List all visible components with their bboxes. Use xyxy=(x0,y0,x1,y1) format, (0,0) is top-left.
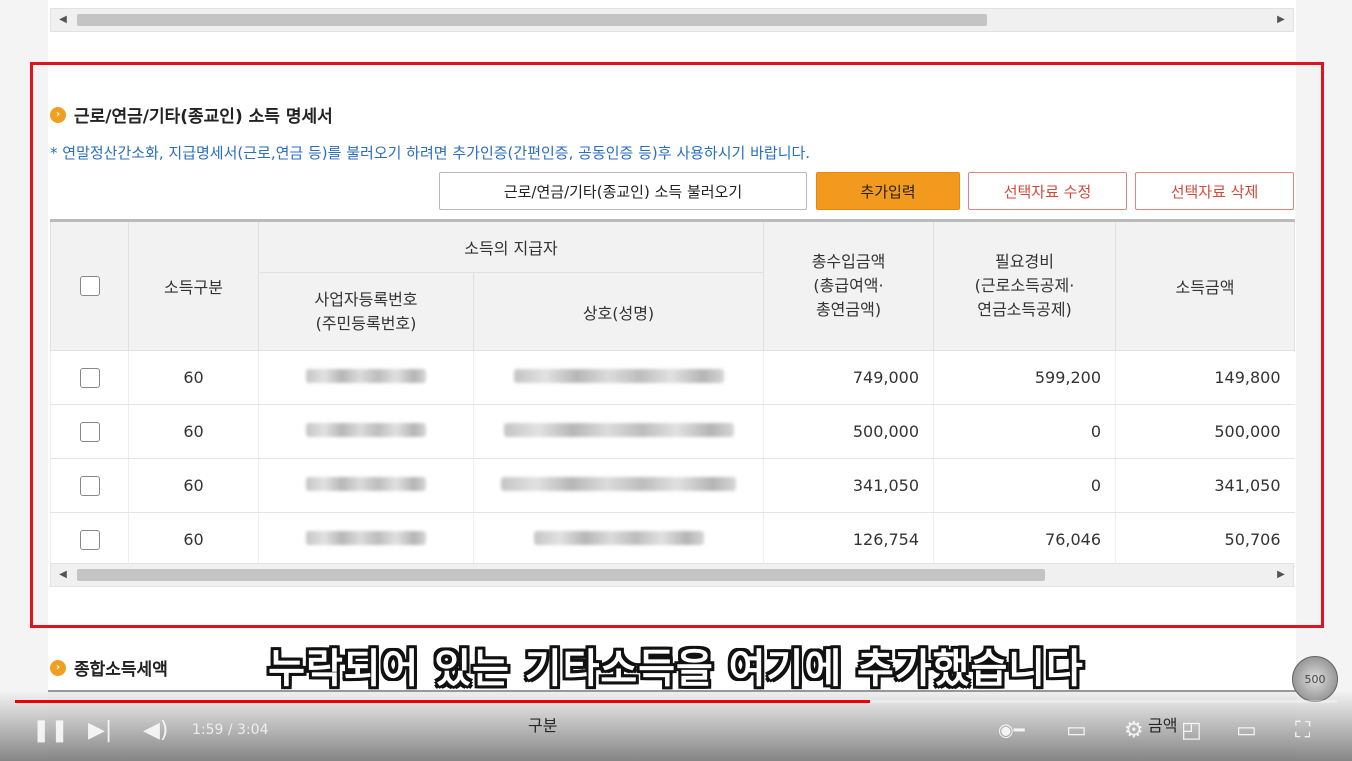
row-checkbox[interactable] xyxy=(79,421,100,442)
income-table: 소득구분 소득의 지급자 총수입금액 (총급여액· 총연금액) 필요경비 (근로… xyxy=(50,219,1295,567)
section-title: › 근로/연금/기타(종교인) 소득 명세서 xyxy=(50,102,333,127)
screen: ◀ ▶ › 근로/연금/기타(종교인) 소득 명세서 * 연말정산간소화, 지급… xyxy=(0,0,1352,761)
redacted-name xyxy=(533,531,704,545)
captions-icon[interactable]: ▭ xyxy=(1066,720,1087,742)
header-select-all[interactable] xyxy=(50,219,129,351)
row-checkbox[interactable] xyxy=(79,529,100,550)
scroll-right-icon[interactable]: ▶ xyxy=(1269,9,1293,31)
section-title-text: 근로/연금/기타(종교인) 소득 명세서 xyxy=(74,107,333,127)
redacted-biz-number xyxy=(306,531,426,545)
miniplayer-icon[interactable]: ◰ xyxy=(1181,720,1202,742)
scroll-thumb[interactable] xyxy=(77,14,987,26)
scroll-left-icon[interactable]: ◀ xyxy=(51,564,75,586)
cell-expense: 0 xyxy=(933,458,1116,513)
video-progress-fill xyxy=(15,700,871,703)
header-total-income: 총수입금액 (총급여액· 총연금액) xyxy=(763,219,934,351)
cell-income-type: 60 xyxy=(128,458,259,513)
player-controls: ❚❚ ▶| ◀) 1:59 / 3:04 ◉━ ▭ ⚙ ◰ ▭ ⛶ xyxy=(0,712,1352,752)
row-checkbox[interactable] xyxy=(79,367,100,388)
coin-watermark: 500 xyxy=(1292,656,1338,702)
bullet-icon: › xyxy=(50,106,66,123)
cell-income-type: 60 xyxy=(128,512,259,567)
notice-text: * 연말정산간소화, 지급명세서(근로,연금 등)를 불러오기 하려면 추가인증… xyxy=(50,144,811,162)
cell-total: 500,000 xyxy=(763,404,934,459)
video-time: 1:59 / 3:04 xyxy=(192,722,269,738)
settings-icon[interactable]: ⚙ xyxy=(1124,720,1144,742)
header-income-amount: 소득금액 xyxy=(1115,219,1295,351)
redacted-name xyxy=(501,477,736,491)
redacted-biz-number xyxy=(306,423,426,437)
scroll-thumb[interactable] xyxy=(77,569,1045,581)
cell-income: 341,050 xyxy=(1115,458,1295,513)
video-subtitle: 누락되어 있는 기타소득을 여기에 추가했습니다 xyxy=(268,646,1084,692)
table-row[interactable]: 60 341,050 0 341,050 xyxy=(50,458,1295,513)
header-payer: 소득의 지급자 xyxy=(258,219,764,273)
table-row[interactable]: 60 500,000 0 500,000 xyxy=(50,404,1295,459)
header-name: 상호(성명) xyxy=(473,272,764,351)
autoplay-toggle-icon[interactable]: ◉━ xyxy=(998,720,1025,742)
select-all-checkbox[interactable] xyxy=(79,276,100,297)
cell-total: 126,754 xyxy=(763,512,934,567)
scroll-left-icon[interactable]: ◀ xyxy=(51,9,75,31)
redacted-name xyxy=(513,369,724,383)
top-horizontal-scrollbar[interactable]: ◀ ▶ xyxy=(50,8,1294,32)
header-income-type: 소득구분 xyxy=(128,219,259,351)
header-expense: 필요경비 (근로소득공제· 연금소득공제) xyxy=(933,219,1116,351)
table-row[interactable]: 60 126,754 76,046 50,706 xyxy=(50,512,1295,567)
fullscreen-icon[interactable]: ⛶ xyxy=(1295,720,1310,742)
row-checkbox[interactable] xyxy=(79,475,100,496)
load-income-button[interactable]: 근로/연금/기타(종교인) 소득 불러오기 xyxy=(439,172,807,210)
cell-total: 749,000 xyxy=(763,350,934,405)
volume-icon[interactable]: ◀) xyxy=(143,720,169,742)
cell-expense: 0 xyxy=(933,404,1116,459)
table-horizontal-scrollbar[interactable]: ◀ ▶ xyxy=(50,563,1294,587)
cell-income: 149,800 xyxy=(1115,350,1295,405)
cell-income: 500,000 xyxy=(1115,404,1295,459)
next-icon[interactable]: ▶| xyxy=(88,720,112,742)
cell-income: 50,706 xyxy=(1115,512,1295,567)
redacted-biz-number xyxy=(306,369,426,383)
redacted-name xyxy=(503,423,734,437)
cell-income-type: 60 xyxy=(128,350,259,405)
video-progress-bar[interactable] xyxy=(15,700,1337,703)
cell-income-type: 60 xyxy=(128,404,259,459)
redacted-biz-number xyxy=(306,477,426,491)
theater-icon[interactable]: ▭ xyxy=(1236,720,1257,742)
add-entry-button[interactable]: 추가입력 xyxy=(816,172,960,210)
delete-selected-button[interactable]: 선택자료 삭제 xyxy=(1135,172,1294,210)
header-biz-number: 사업자등록번호 (주민등록번호) xyxy=(258,272,474,351)
pause-icon[interactable]: ❚❚ xyxy=(32,720,69,742)
scroll-right-icon[interactable]: ▶ xyxy=(1269,564,1293,586)
cell-total: 341,050 xyxy=(763,458,934,513)
table-row[interactable]: 60 749,000 599,200 149,800 xyxy=(50,350,1295,405)
cell-expense: 599,200 xyxy=(933,350,1116,405)
cell-expense: 76,046 xyxy=(933,512,1116,567)
edit-selected-button[interactable]: 선택자료 수정 xyxy=(968,172,1127,210)
